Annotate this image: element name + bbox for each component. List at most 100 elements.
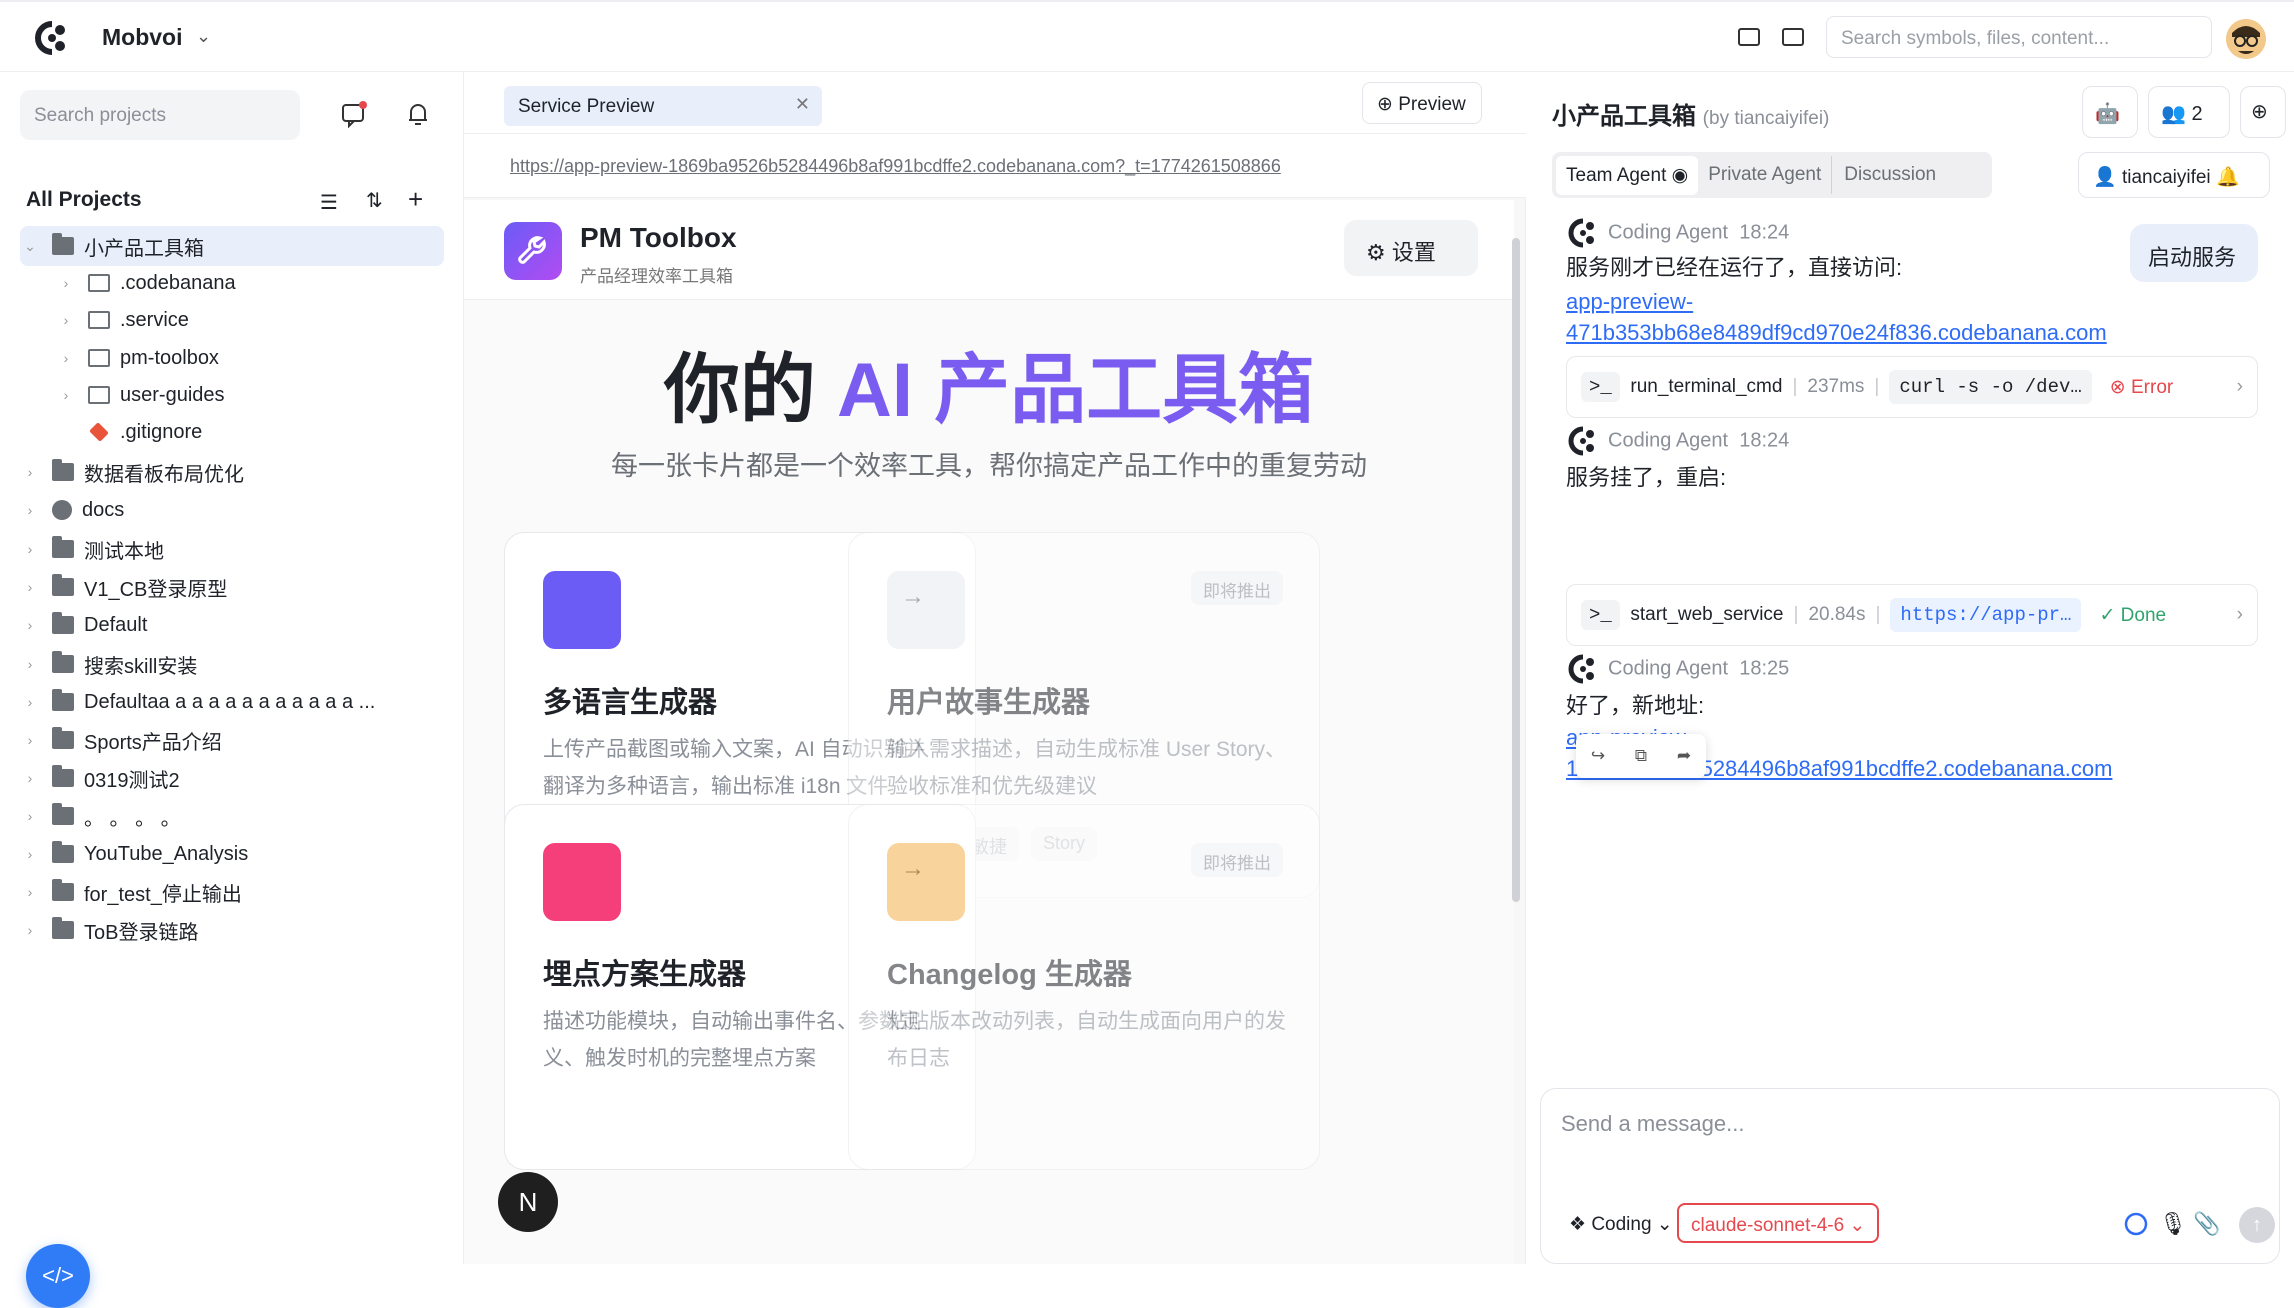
terminal-icon: >_ bbox=[1581, 600, 1620, 630]
n-button[interactable]: N bbox=[498, 1172, 558, 1232]
tool-call[interactable]: >_ run_terminal_cmd | 237ms | curl -s -o /de… bbox=[1566, 356, 2258, 418]
message-input[interactable]: Send a message... bbox=[1561, 1111, 1744, 1137]
chevron-icon[interactable]: › bbox=[20, 464, 40, 480]
send-button[interactable]: ↑ bbox=[2239, 1207, 2275, 1243]
chevron-icon[interactable]: › bbox=[20, 922, 40, 938]
chevron-icon[interactable]: › bbox=[20, 617, 40, 633]
tool-call[interactable]: >_ start_web_service | 20.84s | https://app-… bbox=[1566, 584, 2258, 646]
folder-icon bbox=[52, 574, 74, 596]
chevron-icon[interactable]: › bbox=[56, 387, 76, 403]
tab-service-preview[interactable]: Service Preview ✕ bbox=[504, 86, 822, 126]
list-view-icon[interactable]: ☰ bbox=[320, 190, 338, 215]
members-button[interactable]: 👥 2 bbox=[2148, 86, 2230, 138]
eye-icon[interactable]: ◉ bbox=[1672, 165, 1689, 186]
tree-item[interactable]: › .service bbox=[20, 300, 444, 340]
tree-item[interactable]: › Sports产品介绍 bbox=[20, 720, 444, 760]
tree-item[interactable]: ⌄ 小产品工具箱 bbox=[20, 226, 444, 266]
model-select[interactable]: claude-sonnet-4-6 ⌄ bbox=[1677, 1203, 1880, 1243]
attachment-icon[interactable]: 📎 bbox=[2193, 1211, 2220, 1237]
tree-item[interactable]: › .codebanana bbox=[20, 263, 444, 303]
tree-item-label: 0319测试2 bbox=[84, 769, 180, 792]
chevron-icon[interactable]: › bbox=[20, 579, 40, 595]
tree-item[interactable]: › for_test_停止输出 bbox=[20, 872, 444, 912]
chevron-icon[interactable]: › bbox=[20, 732, 40, 748]
message-time: 18:25 bbox=[1739, 657, 1790, 680]
tree-item[interactable]: › 数据看板布局优化 bbox=[20, 452, 444, 492]
tree-item[interactable]: › pm-toolbox bbox=[20, 338, 444, 378]
project-name: 小产品工具箱 bbox=[1552, 103, 1696, 130]
add-project-icon[interactable]: + bbox=[408, 184, 423, 215]
chevron-right-icon[interactable]: › bbox=[2237, 604, 2243, 626]
chevron-down-icon[interactable]: ⌄ bbox=[196, 26, 211, 47]
preview-url[interactable]: https://app-preview-1869ba9526b5284496b8… bbox=[464, 134, 1526, 198]
gear-icon: ⚙ bbox=[1366, 240, 1392, 265]
microphone-icon[interactable]: 🎙 bbox=[2159, 1211, 2187, 1237]
tree-item[interactable]: .gitignore bbox=[20, 412, 444, 452]
add-member-button[interactable]: ⊕ bbox=[2240, 86, 2286, 138]
scrollbar[interactable] bbox=[1512, 238, 1520, 902]
tree-item-label: ToB登录链路 bbox=[84, 921, 199, 944]
org-name[interactable]: Mobvoi bbox=[102, 24, 183, 51]
user-button[interactable]: 👤 tiancaiyifei 🔔 bbox=[2078, 152, 2270, 198]
tree-item-label: for_test_停止输出 bbox=[84, 883, 242, 906]
app-logo-icon[interactable] bbox=[34, 20, 70, 56]
code-toggle-button[interactable]: </> bbox=[26, 1244, 90, 1308]
chevron-right-icon[interactable]: › bbox=[2237, 376, 2243, 398]
chevron-icon[interactable]: › bbox=[20, 541, 40, 557]
chevron-icon[interactable]: › bbox=[56, 275, 76, 291]
feedback-icon[interactable] bbox=[340, 100, 368, 128]
tool-card[interactable]: 即将推出 Changelog 生成器 粘贴版本改动列表，自动生成面向用户的发布日志 bbox=[848, 804, 1320, 1170]
tab-private-agent[interactable]: Private Agent bbox=[1698, 156, 1831, 194]
tree-item[interactable]: › Defaultaa a a a a a a a a a a a ... bbox=[20, 682, 444, 722]
chevron-icon[interactable]: › bbox=[20, 884, 40, 900]
chevron-icon[interactable]: › bbox=[20, 502, 40, 518]
tree-item[interactable]: › V1_CB登录原型 bbox=[20, 567, 444, 607]
close-icon[interactable]: ✕ bbox=[795, 94, 810, 115]
chevron-icon[interactable]: › bbox=[56, 350, 76, 366]
tree-item[interactable]: › 。 。 。 。 bbox=[20, 796, 444, 836]
tree-item-label: 搜索skill安装 bbox=[84, 655, 198, 678]
tree-item[interactable]: › 搜索skill安装 bbox=[20, 644, 444, 684]
chevron-icon[interactable]: › bbox=[20, 694, 40, 710]
copy-icon[interactable]: ⧉ bbox=[1635, 746, 1647, 766]
bell-icon[interactable] bbox=[404, 100, 432, 128]
chevron-icon[interactable]: › bbox=[56, 312, 76, 328]
right-panel-toggle-icon[interactable] bbox=[1782, 28, 1804, 46]
bell-icon[interactable]: 🔔 bbox=[2216, 167, 2240, 188]
tree-item[interactable]: › user-guides bbox=[20, 375, 444, 415]
avatar[interactable] bbox=[2226, 19, 2266, 59]
card-description: 粘贴版本改动列表，自动生成面向用户的发布日志 bbox=[887, 1010, 1286, 1070]
tab-team-agent[interactable]: Team Agent ◉ bbox=[1556, 155, 1699, 195]
share-icon[interactable]: ➦ bbox=[1677, 746, 1691, 766]
wrench-icon bbox=[504, 222, 562, 280]
message-link[interactable]: app-preview-471b353bb68e8489df9cd970e24f… bbox=[1566, 286, 2206, 348]
preview-button[interactable]: ⊕ Preview bbox=[1362, 82, 1482, 124]
chevron-icon[interactable]: › bbox=[20, 770, 40, 786]
tree-item[interactable]: › docs bbox=[20, 490, 444, 530]
tab-label: Service Preview bbox=[518, 96, 655, 117]
chevron-icon[interactable]: › bbox=[20, 846, 40, 862]
sort-icon[interactable]: ⇅ bbox=[366, 188, 383, 213]
chart-icon bbox=[543, 843, 621, 921]
tree-item[interactable]: › Default bbox=[20, 605, 444, 645]
settings-label: 设置 bbox=[1391, 240, 1436, 265]
reply-icon[interactable]: ↪ bbox=[1591, 746, 1605, 766]
tree-item[interactable]: › 0319测试2 bbox=[20, 758, 444, 798]
tab-discussion[interactable]: Discussion bbox=[1831, 156, 1946, 194]
message-actions: ↪ ⧉ ➦ bbox=[1576, 734, 1706, 778]
left-panel-toggle-icon[interactable] bbox=[1738, 28, 1760, 46]
bot-button[interactable]: 🤖 bbox=[2082, 86, 2138, 138]
tree-item[interactable]: › 测试本地 bbox=[20, 529, 444, 569]
agent-name: Coding Agent bbox=[1608, 429, 1729, 452]
mode-select[interactable]: ❖ Coding ⌄ bbox=[1557, 1203, 1685, 1245]
mode-logo-icon: ❖ bbox=[1569, 1214, 1592, 1235]
chevron-icon[interactable]: ⌄ bbox=[20, 238, 40, 255]
project-search-input[interactable]: Search projects bbox=[20, 90, 300, 140]
tree-item[interactable]: › YouTube_Analysis bbox=[20, 834, 444, 874]
chevron-icon[interactable]: › bbox=[20, 808, 40, 824]
global-search-input[interactable]: Search symbols, files, content... bbox=[1826, 16, 2212, 58]
tool-duration: 20.84s bbox=[1808, 604, 1866, 625]
settings-button[interactable]: ⚙ 设置 bbox=[1344, 220, 1478, 276]
tree-item[interactable]: › ToB登录链路 bbox=[20, 910, 444, 950]
chevron-icon[interactable]: › bbox=[20, 656, 40, 672]
